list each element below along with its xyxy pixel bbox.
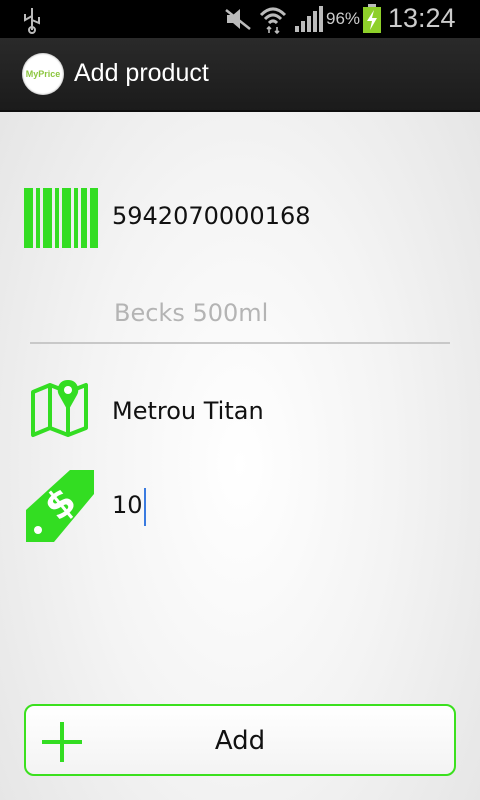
text-cursor <box>144 488 146 526</box>
add-button[interactable]: Add <box>24 704 456 776</box>
action-bar: MyPrice Add product <box>0 38 480 112</box>
mute-icon <box>225 9 251 30</box>
signal-icon <box>295 6 323 32</box>
status-bar: 96% 13:24 <box>0 0 480 38</box>
battery-percent: 96% <box>326 9 361 28</box>
battery-charging-icon <box>363 4 381 33</box>
product-name-underline <box>30 342 450 344</box>
location-field[interactable]: Metrou Titan <box>112 397 264 425</box>
add-button-label: Add <box>214 726 266 756</box>
app-logo[interactable]: MyPrice <box>22 53 64 95</box>
barcode-field[interactable]: 5942070000168 <box>112 202 311 230</box>
page-title: Add product <box>74 59 209 87</box>
barcode-icon[interactable] <box>24 188 98 248</box>
price-input[interactable]: 10 <box>112 491 143 519</box>
product-name-input[interactable]: Becks 500ml <box>114 299 268 327</box>
clock: 13:24 <box>388 3 456 33</box>
price-tag-icon[interactable]: $ <box>24 470 96 542</box>
usb-icon <box>24 8 40 34</box>
map-pin-icon[interactable] <box>30 380 90 438</box>
wifi-icon <box>259 7 287 34</box>
